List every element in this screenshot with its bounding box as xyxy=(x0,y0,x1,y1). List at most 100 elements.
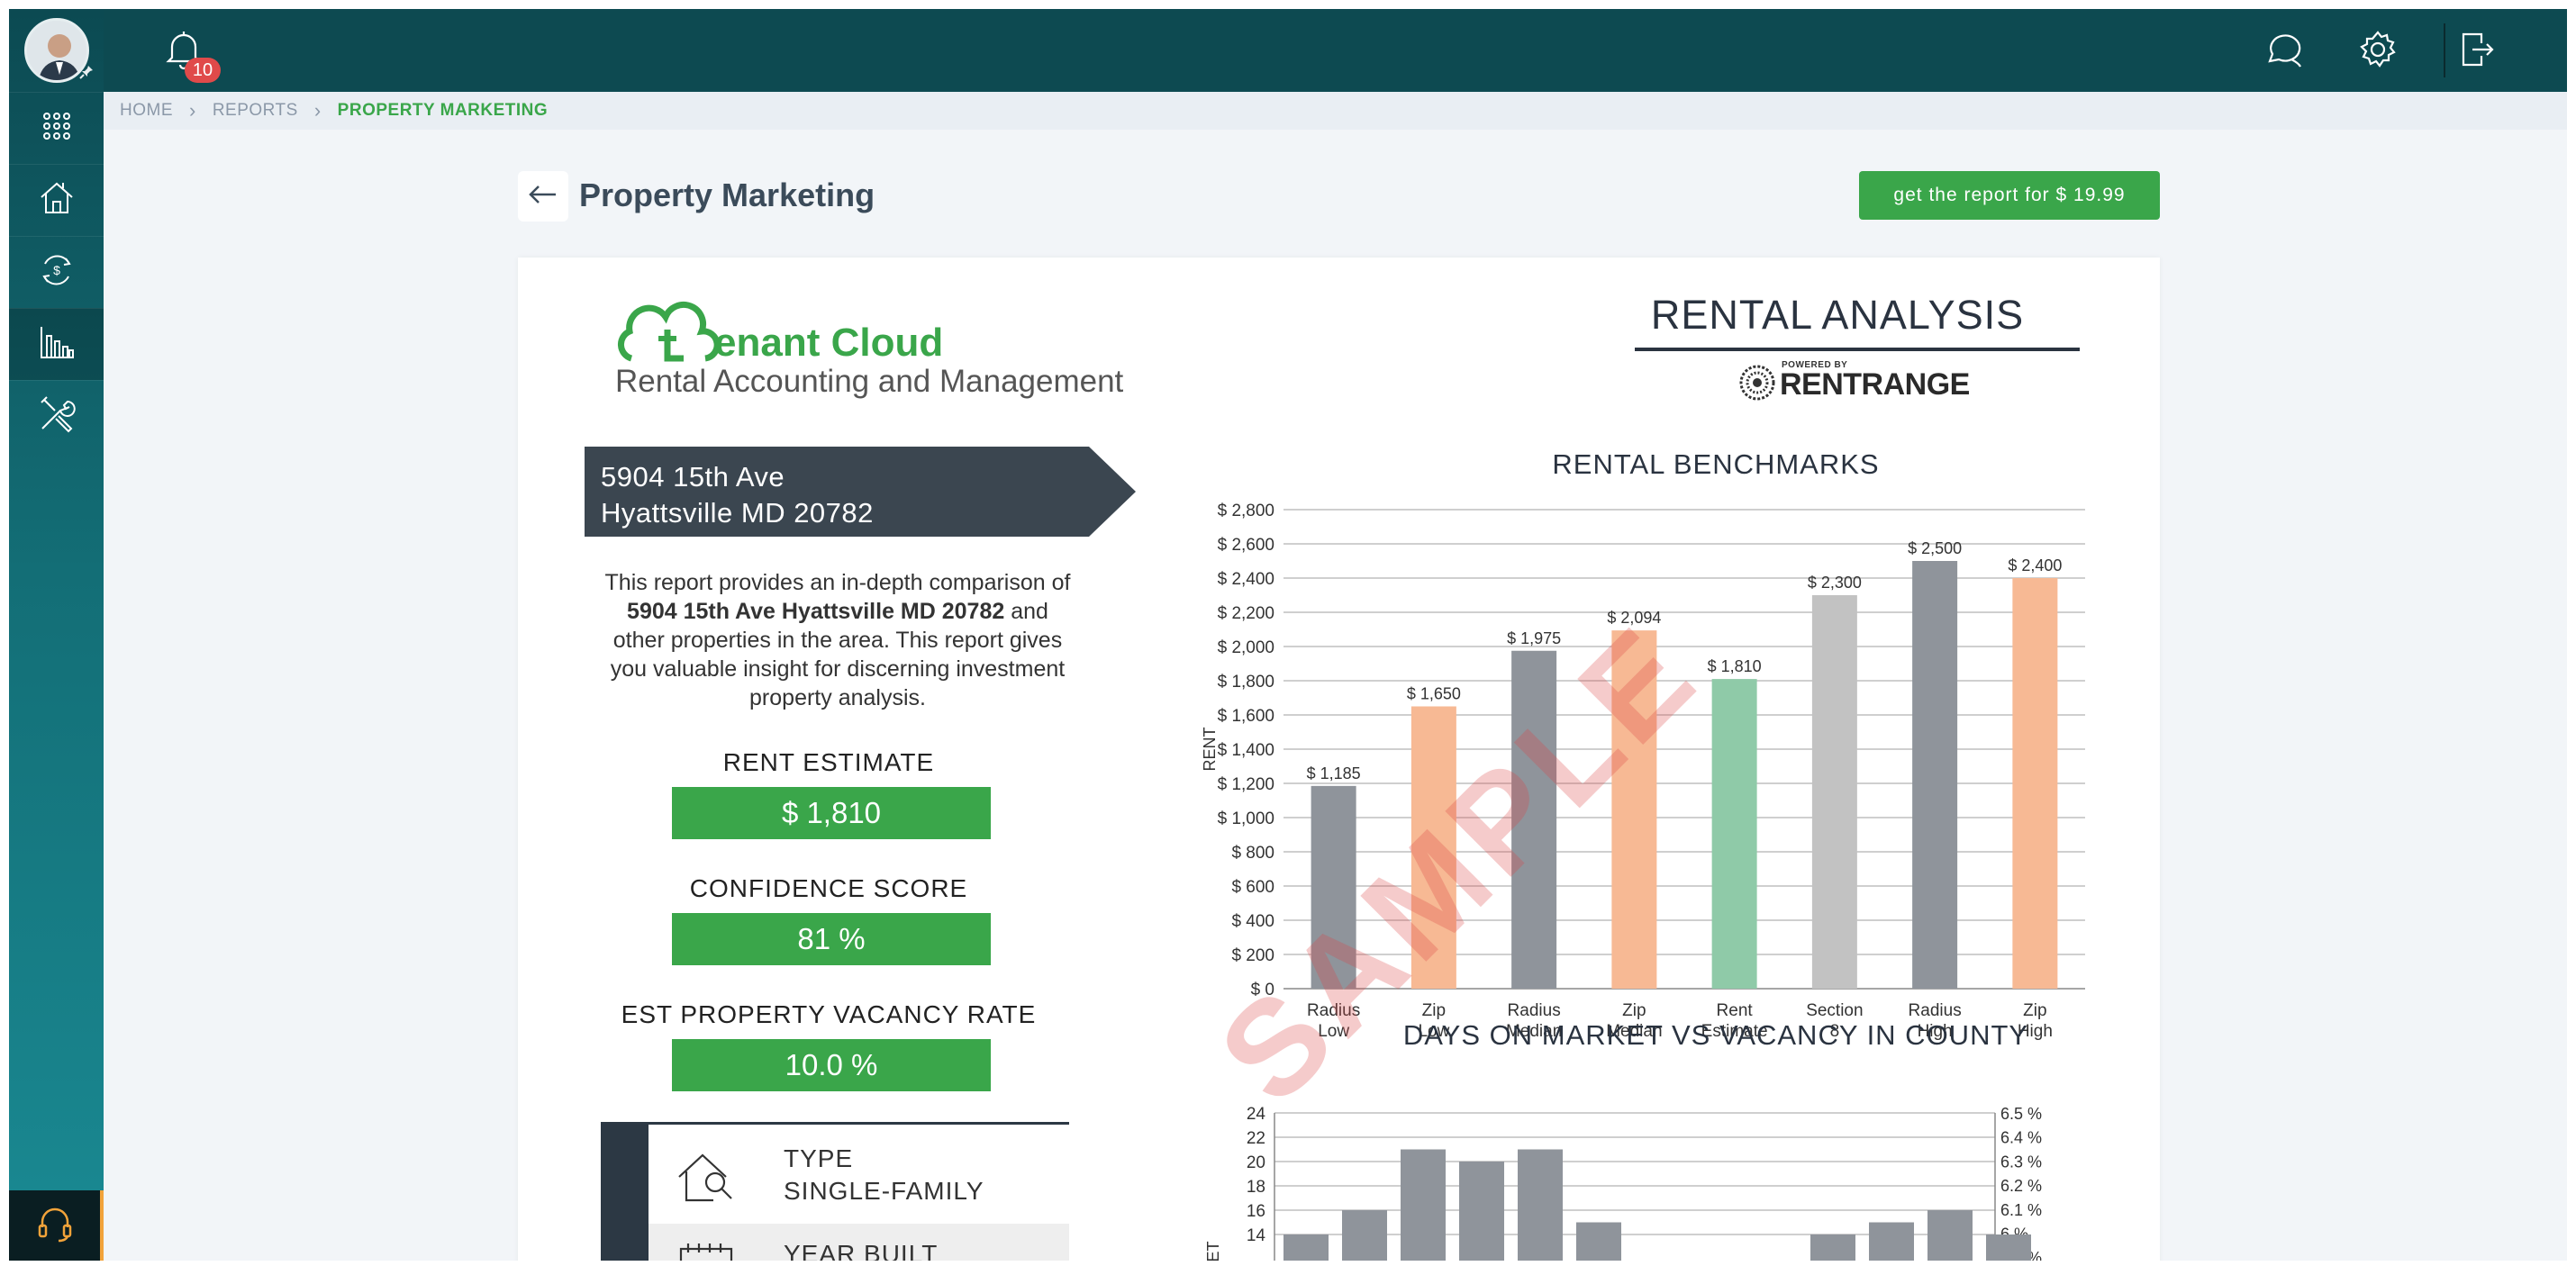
sidebar-item-reports[interactable] xyxy=(9,308,104,380)
y-tick-label: $ 2,800 xyxy=(1218,502,1274,520)
gear-icon xyxy=(2357,29,2399,75)
logout-icon xyxy=(2456,29,2498,75)
breadcrumb-current: PROPERTY MARKETING xyxy=(337,101,549,120)
headset-icon xyxy=(35,1204,75,1248)
type-row: TYPE SINGLE-FAMILY xyxy=(649,1125,1069,1224)
bar-11 xyxy=(1927,1210,1973,1261)
address-banner: 5904 15th Ave Hyattsville MD 20782 xyxy=(585,447,1136,537)
tools-icon xyxy=(37,394,77,439)
chevron-right-icon: › xyxy=(313,99,322,122)
y-tick-label: $ 600 xyxy=(1231,878,1274,897)
y-tick-label: 16 xyxy=(1247,1202,1265,1221)
x-tick-label: Radius xyxy=(1307,1001,1360,1020)
summary-address: 5904 15th Ave Hyattsville MD 20782 xyxy=(627,599,1005,624)
sidebar-item-accounting[interactable]: $ xyxy=(9,236,104,308)
main-content: Property Marketing get the report for $ … xyxy=(104,130,2567,1261)
confidence-score-label: CONFIDENCE SCORE xyxy=(689,874,968,902)
x-tick-label: Rent xyxy=(1717,1001,1754,1020)
settings-button[interactable] xyxy=(2355,29,2400,74)
rental-analysis-rule xyxy=(1635,348,2080,351)
sidebar-item-apps[interactable] xyxy=(9,92,104,164)
y-tick-label: $ 0 xyxy=(1251,981,1274,999)
report-card: enant Cloud Rental Accounting and Manage… xyxy=(518,258,2160,1261)
bar-1 xyxy=(1410,706,1456,989)
logo-brand: enant Cloud xyxy=(714,321,944,365)
bar-0 xyxy=(1283,1234,1329,1261)
bar-value-label: $ 1,185 xyxy=(1307,764,1361,782)
bar-value-label: $ 1,975 xyxy=(1507,629,1561,647)
bar-3 xyxy=(1459,1162,1504,1261)
bar-3 xyxy=(1611,630,1657,989)
tenant-cloud-logo: enant Cloud Rental Accounting and Manage… xyxy=(615,294,1156,402)
x-tick-label: Radius xyxy=(1508,1001,1561,1020)
get-report-button[interactable]: get the report for $ 19.99 xyxy=(1859,171,2160,220)
address-line-1: 5904 15th Ave xyxy=(601,461,785,493)
bar-6 xyxy=(1912,561,1958,989)
y2-tick-label: 6.2 % xyxy=(2000,1177,2042,1195)
bar-2 xyxy=(1511,650,1557,989)
y-tick-label: $ 400 xyxy=(1231,912,1274,931)
x-tick-label: Radius xyxy=(1909,1001,1962,1020)
year-built-row: YEAR BUILT xyxy=(649,1224,1069,1261)
y-tick-label: $ 800 xyxy=(1231,844,1274,863)
y-tick-label: 14 xyxy=(1247,1226,1266,1245)
grid-icon xyxy=(41,111,72,146)
x-tick-label: Zip xyxy=(1622,1001,1646,1020)
top-divider xyxy=(2444,23,2445,77)
rentrange-emblem-icon xyxy=(1739,365,1775,401)
year-built-label: YEAR BUILT xyxy=(784,1240,939,1261)
y-axis-label: RENT xyxy=(1201,727,1219,771)
bar-12 xyxy=(1986,1234,2031,1261)
bar-10 xyxy=(1869,1222,1914,1261)
chevron-right-icon: › xyxy=(189,99,196,122)
logout-button[interactable] xyxy=(2454,29,2499,74)
svg-text:$: $ xyxy=(53,263,60,277)
y-tick-label: $ 2,000 xyxy=(1218,638,1274,657)
x-tick-label: Zip xyxy=(1422,1001,1446,1020)
y-tick-label: $ 2,200 xyxy=(1218,604,1274,623)
y-tick-label: 20 xyxy=(1247,1153,1265,1172)
house-search-icon xyxy=(676,1150,739,1210)
chat-icon xyxy=(2263,29,2304,75)
bar-7 xyxy=(2012,578,2058,989)
breadcrumb-home[interactable]: HOME xyxy=(120,101,173,121)
bar-value-label: $ 2,300 xyxy=(1808,574,1862,592)
bar-5 xyxy=(1576,1222,1621,1261)
bar-4 xyxy=(1711,679,1757,989)
y2-tick-label: 6.1 % xyxy=(2000,1201,2042,1219)
bar-0 xyxy=(1311,785,1356,989)
sidebar-item-properties[interactable] xyxy=(9,164,104,236)
vacancy-rate-label: EST PROPERTY VACANCY RATE xyxy=(621,1000,1037,1028)
notification-badge: 10 xyxy=(185,58,221,83)
sidebar: $ xyxy=(9,9,104,1261)
y-tick-label: 22 xyxy=(1247,1129,1265,1148)
pin-icon[interactable] xyxy=(78,64,95,85)
top-bar: 10 xyxy=(104,9,2567,92)
sidebar-item-tools[interactable] xyxy=(9,380,104,452)
type-label: TYPE xyxy=(784,1144,854,1172)
bar-value-label: $ 2,094 xyxy=(1607,609,1661,627)
y-tick-label: $ 1,800 xyxy=(1218,673,1274,692)
breadcrumb-reports[interactable]: REPORTS xyxy=(213,101,298,121)
house-icon xyxy=(38,179,76,222)
avatar-area xyxy=(9,9,104,92)
support-button[interactable] xyxy=(9,1190,104,1261)
y-tick-label: $ 1,000 xyxy=(1218,809,1274,828)
property-info-table: TYPE SINGLE-FAMILY YEAR BUILT xyxy=(601,1122,1069,1261)
y-tick-label: $ 1,400 xyxy=(1218,741,1274,760)
chat-button[interactable] xyxy=(2261,29,2306,74)
y2-tick-label: 6.3 % xyxy=(2000,1153,2042,1171)
logo-tagline: Rental Accounting and Management xyxy=(615,364,1124,399)
confidence-score-value: 81 % xyxy=(672,913,991,965)
y-tick-label: 18 xyxy=(1247,1178,1265,1197)
back-button[interactable] xyxy=(518,171,568,222)
rental-benchmarks-title: RENTAL BENCHMARKS xyxy=(1552,448,1880,480)
report-summary: This report provides an in-depth compari… xyxy=(599,568,1076,712)
bar-value-label: $ 1,810 xyxy=(1708,657,1762,675)
bar-5 xyxy=(1811,595,1857,989)
notifications-button[interactable]: 10 xyxy=(161,27,221,83)
rental-benchmarks-chart: $ 0 $ 200 $ 400 $ 600 $ 800 $ 1,000 $ 1,200 $ 1… xyxy=(1201,502,2085,1041)
rentrange-logo: POWERED BY RENTRANGE xyxy=(1738,360,1973,403)
bar-2 xyxy=(1401,1149,1446,1261)
rentrange-wordmark: RENTRANGE xyxy=(1780,367,1970,402)
